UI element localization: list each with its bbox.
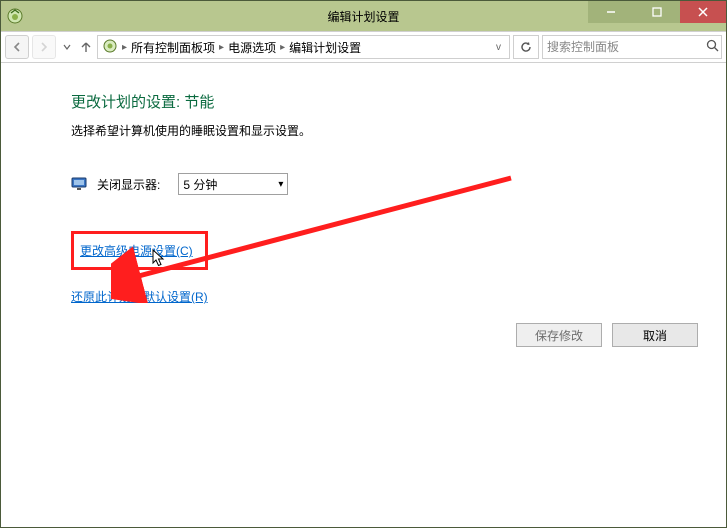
close-button[interactable] — [680, 1, 726, 23]
chevron-right-icon: ▸ — [122, 42, 127, 53]
minimize-button[interactable] — [588, 1, 634, 23]
select-value: 5 分钟 — [183, 176, 278, 193]
footer-buttons: 保存修改 取消 — [516, 323, 698, 347]
address-bar[interactable]: ▸ 所有控制面板项 ▸ 电源选项 ▸ 编辑计划设置 v — [97, 35, 510, 59]
search-icon — [702, 39, 719, 55]
content-area: 更改计划的设置: 节能 选择希望计算机使用的睡眠设置和显示设置。 关闭显示器: … — [1, 63, 726, 527]
turn-off-display-label: 关闭显示器: — [97, 176, 160, 193]
chevron-right-icon: ▸ — [219, 42, 224, 53]
nav-bar: ▸ 所有控制面板项 ▸ 电源选项 ▸ 编辑计划设置 v — [1, 31, 726, 63]
cancel-button[interactable]: 取消 — [612, 323, 698, 347]
up-button[interactable] — [78, 35, 94, 59]
chevron-down-icon: ▾ — [278, 179, 283, 190]
refresh-button[interactable] — [513, 35, 539, 59]
forward-button[interactable] — [32, 35, 56, 59]
monitor-icon — [71, 177, 87, 191]
advanced-power-settings-link[interactable]: 更改高级电源设置(C) — [80, 244, 193, 258]
maximize-button[interactable] — [634, 1, 680, 23]
search-box[interactable] — [542, 35, 722, 59]
back-button[interactable] — [5, 35, 29, 59]
chevron-right-icon: ▸ — [280, 42, 285, 53]
window-controls — [588, 1, 726, 23]
page-subtext: 选择希望计算机使用的睡眠设置和显示设置。 — [71, 122, 726, 139]
address-dropdown[interactable]: v — [492, 42, 505, 53]
search-input[interactable] — [547, 40, 702, 54]
breadcrumb-item[interactable]: 电源选项 — [228, 39, 276, 56]
app-icon — [1, 1, 29, 31]
turn-off-display-row: 关闭显示器: 5 分钟 ▾ — [71, 173, 726, 195]
control-panel-icon — [102, 38, 118, 57]
annotation-highlight: 更改高级电源设置(C) — [71, 231, 208, 270]
save-button[interactable]: 保存修改 — [516, 323, 602, 347]
turn-off-display-select[interactable]: 5 分钟 ▾ — [178, 173, 288, 195]
title-bar: 编辑计划设置 — [1, 1, 726, 31]
recent-dropdown[interactable] — [59, 35, 75, 59]
page-heading: 更改计划的设置: 节能 — [71, 91, 726, 112]
breadcrumb-item[interactable]: 所有控制面板项 — [131, 39, 215, 56]
breadcrumb-item[interactable]: 编辑计划设置 — [289, 39, 361, 56]
restore-defaults-link[interactable]: 还原此计划的默认设置(R) — [71, 290, 208, 304]
